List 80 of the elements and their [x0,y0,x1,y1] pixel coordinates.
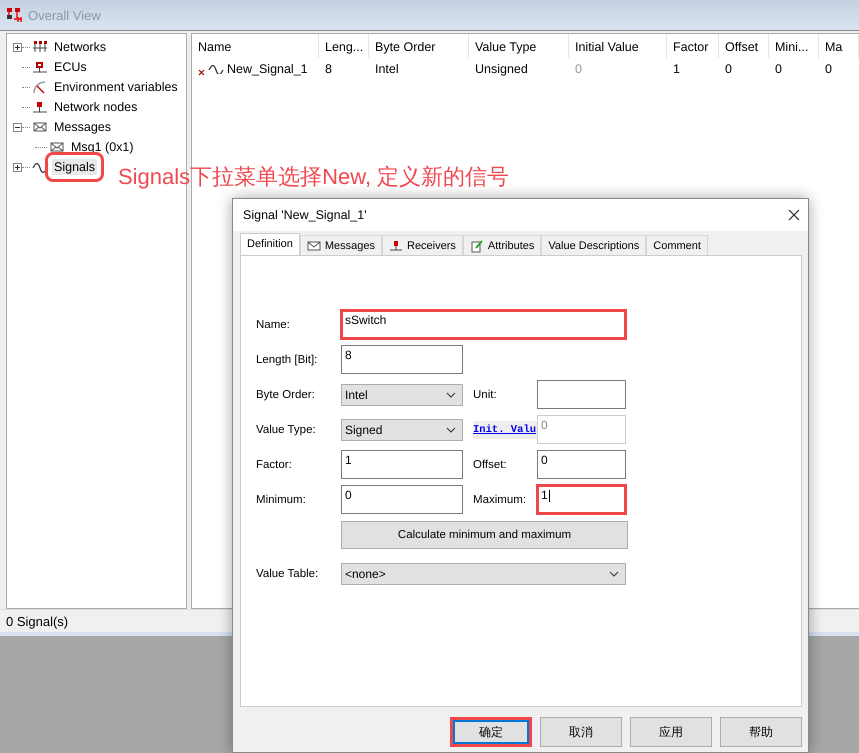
column-header[interactable]: Mini... [769,34,819,58]
column-header[interactable]: Initial Value [569,34,667,58]
dropdown[interactable]: Signed [341,418,463,440]
column-header[interactable]: Factor [667,34,719,58]
tree-item[interactable]: Messages [52,119,113,135]
tree-item[interactable]: Network nodes [52,99,140,115]
gauge-icon [32,80,48,94]
dialog-button[interactable]: 取消 [540,717,622,747]
tab[interactable]: Value Descriptions [541,235,646,255]
input-field[interactable]: 0 [341,485,463,514]
column-header[interactable]: Byte Order [369,34,469,58]
link[interactable]: Init. Valu [473,420,537,438]
expand-icon[interactable] [13,162,22,172]
table-cell: 0 [575,62,582,76]
field-label: Value Type: [256,424,317,436]
table-cell: 1 [673,62,680,76]
field-label: Unit: [473,388,498,400]
chevron-icon [446,392,456,398]
tab[interactable]: Attributes [462,235,542,255]
signal-icon [208,64,224,74]
node-icon [389,240,403,252]
annotation-text: Signals下拉菜单选择New, 定义新的信号 [118,163,510,191]
network-icon [32,40,48,54]
network-icon [6,7,24,23]
expand-icon[interactable] [13,42,22,52]
tab[interactable]: Definition [240,233,300,255]
input-field[interactable]: 0 [537,450,626,479]
dialog-title: Signal 'New_Signal_1' [243,208,367,222]
close-icon[interactable] [788,209,800,221]
tab[interactable]: Messages [300,235,382,255]
pencil-icon [470,238,484,252]
field-label: Value Table: [256,568,320,580]
column-header[interactable]: Ma [819,34,859,58]
status-text: 0 Signal(s) [6,614,68,628]
envelope-icon [306,240,321,250]
input-field[interactable]: sSwitch [341,310,626,339]
field-label: Offset: [473,458,508,470]
field-label: Byte Order: [256,388,316,400]
field-label: Factor: [256,458,293,470]
collapse-icon[interactable] [13,122,22,132]
input-field[interactable]: 1 [537,485,626,514]
input-field[interactable] [537,380,626,409]
tree-item[interactable]: Signals [52,159,97,175]
table-cell: 0 [775,62,782,76]
signal-icon [32,160,48,174]
chevron-icon [609,570,619,576]
message-icon [49,140,65,154]
table-cell: New_Signal_1 [227,62,308,76]
field-label: Name: [256,318,291,330]
input-field[interactable]: 1 [341,450,463,479]
node-icon [32,100,48,114]
tree-item[interactable]: Networks [52,39,108,55]
table-cell: Intel [375,62,399,76]
column-header[interactable]: Offset [719,34,769,58]
dialog-button[interactable]: 应用 [630,717,712,747]
dropdown[interactable]: Intel [341,384,463,406]
message-icon [32,120,48,134]
column-header[interactable]: Name [192,34,319,58]
dropdown[interactable]: <none> [341,562,626,584]
close-icon [198,68,205,76]
column-header[interactable]: Value Type [469,34,569,58]
table-cell: 0 [725,62,732,76]
field-label: Maximum: [473,494,528,506]
tree-item[interactable]: ECUs [52,59,89,75]
table-cell: 0 [825,62,832,76]
ecu-icon [32,60,48,74]
tab[interactable]: Comment [646,235,708,255]
tree-item[interactable]: Environment variables [52,79,180,95]
field-label: Length [Bit]: [256,354,318,366]
field-label: Minimum: [256,494,307,506]
dialog-button[interactable]: 确定 [450,717,532,747]
window-title: Overall View [28,8,101,22]
column-header[interactable]: Leng... [319,34,369,58]
calculate-button[interactable]: Calculate minimum and maximum [341,520,628,548]
tab[interactable]: Receivers [382,235,463,255]
table-cell: Unsigned [475,62,528,76]
table-cell: 8 [325,62,332,76]
input-field[interactable]: 8 [341,345,463,374]
dialog-button[interactable]: 帮助 [720,717,802,747]
chevron-icon [446,426,456,432]
